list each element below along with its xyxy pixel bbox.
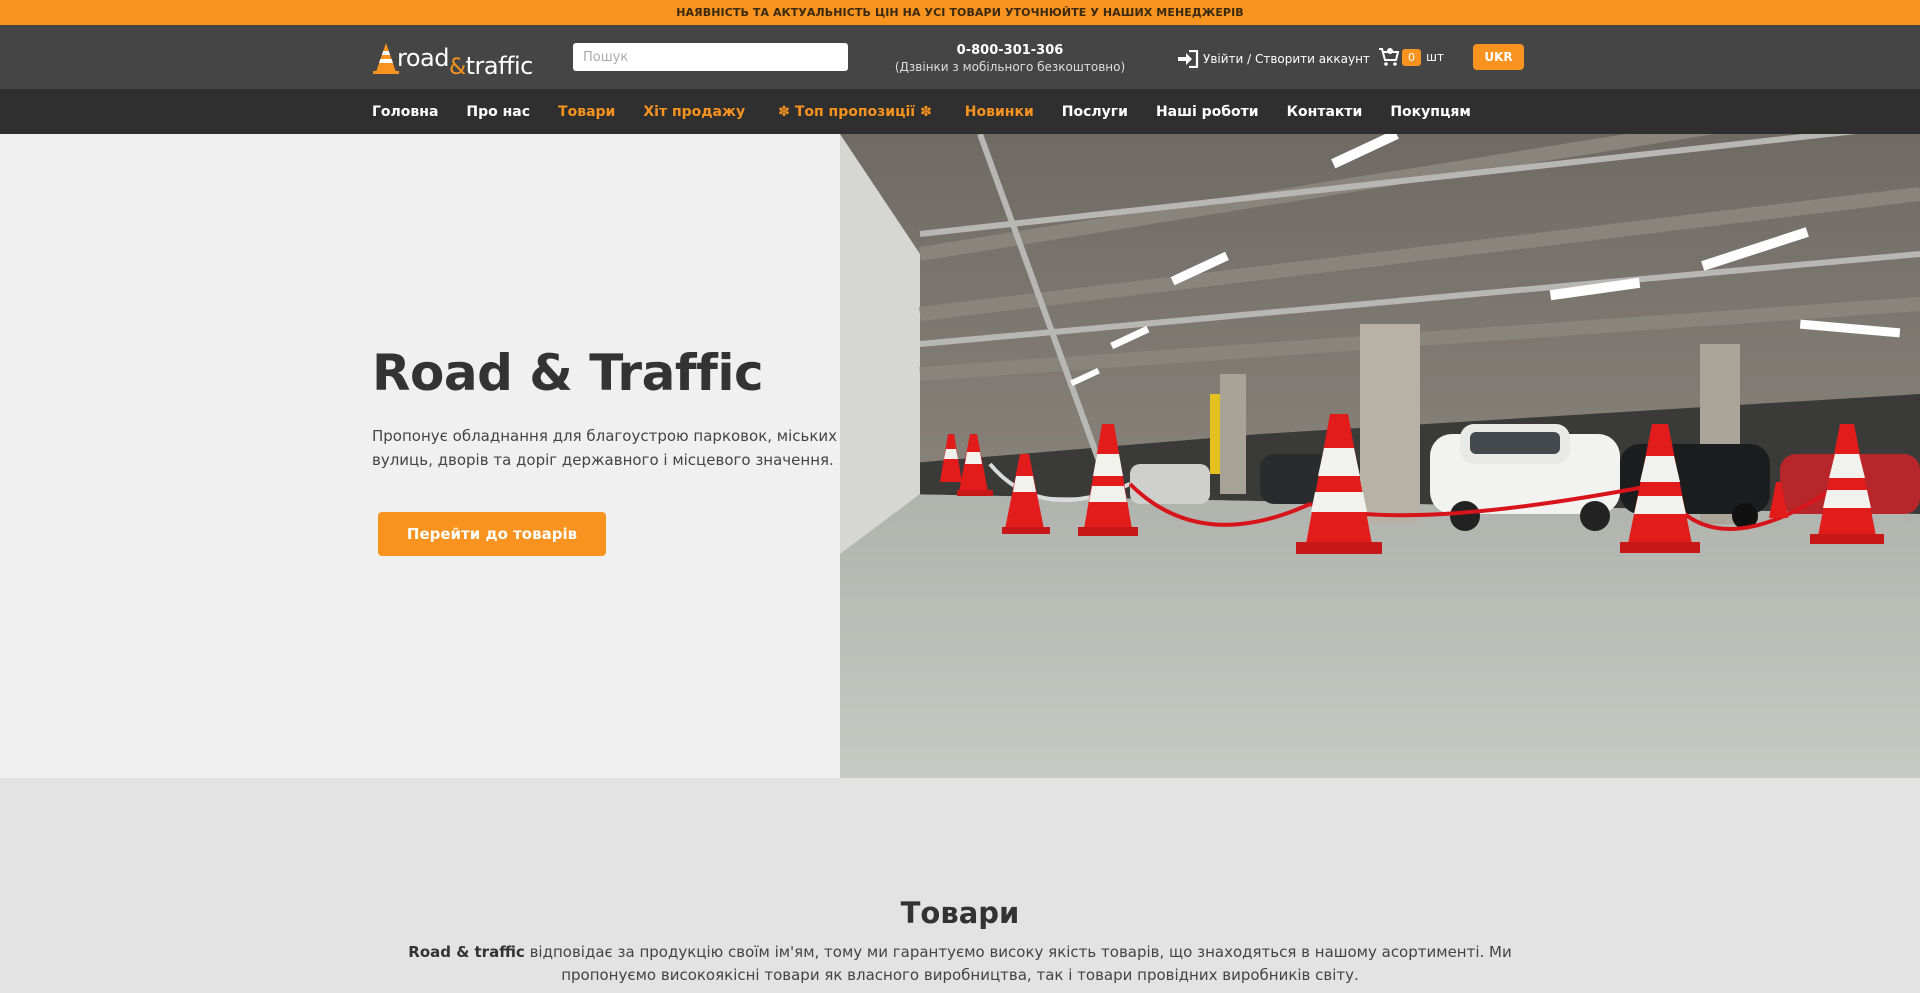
login-arrow-icon (1177, 49, 1199, 69)
login-link[interactable]: Увійти / Створити аккаунт (1177, 49, 1370, 69)
hero-title: Road & Traffic (372, 344, 764, 402)
search-input[interactable] (573, 43, 848, 71)
cart-widget[interactable]: 0 шт (1378, 47, 1444, 67)
nav-item-services[interactable]: Послуги (1062, 104, 1128, 120)
products-brand: Road & traffic (408, 943, 525, 961)
logo-ampersand: & (448, 55, 466, 80)
login-label: Увійти / Створити аккаунт (1203, 52, 1370, 66)
nav-item-home[interactable]: Головна (372, 104, 438, 120)
products-description: Road & traffic відповідає за продукцію с… (360, 941, 1560, 987)
logo-text: road&traffic (397, 44, 533, 79)
announcement-bar: НАЯВНІСТЬ ТА АКТУАЛЬНІСТЬ ЦІН НА УСІ ТОВ… (0, 0, 1920, 25)
announcement-text: НАЯВНІСТЬ ТА АКТУАЛЬНІСТЬ ЦІН НА УСІ ТОВ… (676, 6, 1244, 19)
phone-block: 0-800-301-306 (Дзвінки з мобільного безк… (880, 43, 1140, 74)
logo-word-traffic: traffic (465, 52, 534, 80)
nav-item-contacts[interactable]: Контакти (1287, 104, 1363, 120)
nav-item-top-offers[interactable]: ✽ Топ пропозиції ✽ (773, 104, 937, 120)
flower-icon: ✽ (920, 103, 932, 120)
hero-text-panel: Road & Traffic Пропонує обладнання для б… (0, 134, 840, 778)
cart-unit: шт (1426, 50, 1444, 64)
phone-number[interactable]: 0-800-301-306 (880, 43, 1140, 58)
nav-item-our-works[interactable]: Наші роботи (1156, 104, 1259, 120)
nav-item-about[interactable]: Про нас (466, 104, 530, 120)
cone-logo-icon (373, 41, 399, 75)
logo[interactable]: road&traffic (373, 39, 533, 79)
go-to-products-button[interactable]: Перейти до товарів (378, 512, 606, 556)
language-switcher[interactable]: UKR (1473, 44, 1524, 70)
nav-item-products[interactable]: Товари (558, 104, 615, 120)
phone-note: (Дзвінки з мобільного безкоштовно) (894, 60, 1126, 74)
nav-item-top-offers-label: Топ пропозиції (794, 103, 916, 120)
nav-item-new[interactable]: Новинки (965, 104, 1034, 120)
cart-count-badge: 0 (1402, 48, 1421, 66)
main-nav: Головна Про нас Товари Хіт продажу ✽ Топ… (0, 89, 1920, 134)
hero-parking-photo (840, 134, 1920, 778)
nav-item-bestsellers[interactable]: Хіт продажу (643, 104, 745, 120)
cart-icon (1378, 47, 1400, 67)
site-header: road&traffic 0-800-301-306 (Дзвінки з мо… (0, 25, 1920, 89)
products-text: відповідає за продукцію своїм ім'ям, том… (524, 943, 1512, 984)
flower-icon: ✽ (778, 103, 790, 120)
hero-description: Пропонує обладнання для благоустрою парк… (372, 427, 838, 469)
hero-section: Road & Traffic Пропонує обладнання для б… (0, 134, 1920, 778)
logo-word-road: road (397, 44, 449, 72)
products-section: Товари Road & traffic відповідає за прод… (0, 778, 1920, 993)
nav-item-buyers[interactable]: Покупцям (1390, 104, 1470, 120)
products-title: Товари (900, 896, 1020, 930)
